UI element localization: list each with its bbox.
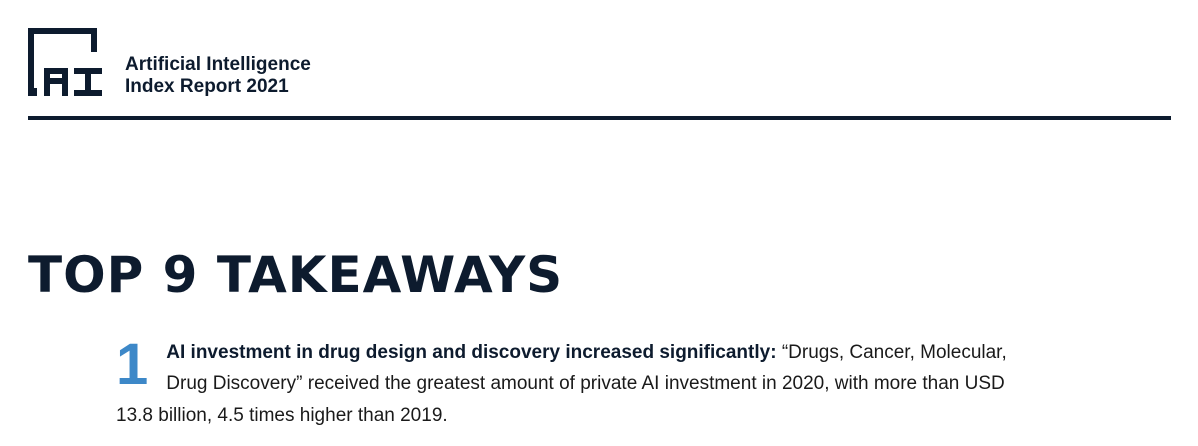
takeaway-body-line-2: Drug Discovery” received the greatest am… <box>166 373 1005 394</box>
takeaway-body-line-3: 13.8 billion, 4.5 times higher than 2019… <box>116 405 448 426</box>
report-title-line-2: Index Report 2021 <box>125 76 289 97</box>
takeaway-body-line-1: “Drugs, Cancer, Molecular, <box>781 342 1007 363</box>
takeaway-number: 1 <box>116 332 149 397</box>
header-divider <box>28 116 1171 120</box>
takeaway-text: AI investment in drug design and discove… <box>116 337 1126 399</box>
report-title-line-1: Artificial Intelligence <box>125 54 311 75</box>
report-title: Artificial Intelligence Index Report 202… <box>125 54 311 98</box>
takeaway-heading: AI investment in drug design and discove… <box>166 342 777 363</box>
section-title: TOP 9 TAKEAWAYS <box>28 246 564 304</box>
takeaway-item: 1 AI investment in drug design and disco… <box>116 332 1126 399</box>
report-header: Artificial Intelligence Index Report 202… <box>28 28 1170 120</box>
ai-index-logo-icon <box>28 28 102 96</box>
